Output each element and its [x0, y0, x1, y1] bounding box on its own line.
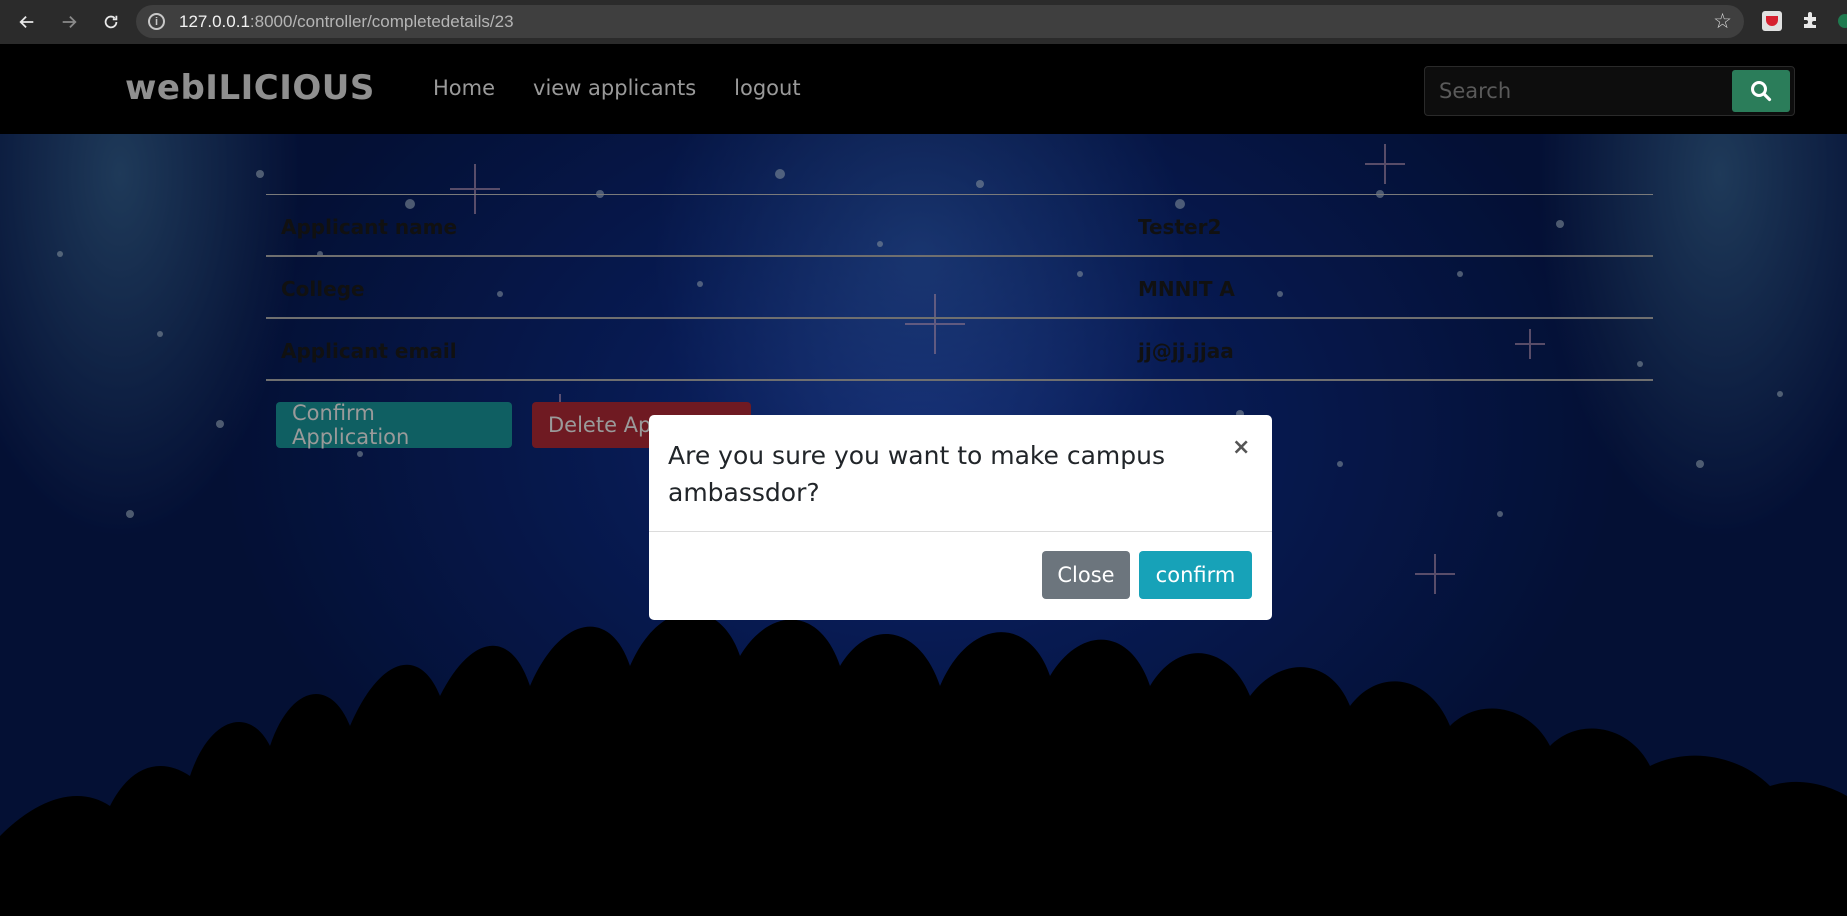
close-button[interactable]: Close [1042, 551, 1130, 599]
modal-title: Are you sure you want to make campus amb… [668, 441, 1165, 507]
modal-header: Are you sure you want to make campus amb… [649, 415, 1272, 532]
close-icon[interactable]: × [1232, 435, 1250, 460]
confirm-button[interactable]: confirm [1139, 551, 1252, 599]
confirm-modal: Are you sure you want to make campus amb… [649, 415, 1272, 620]
